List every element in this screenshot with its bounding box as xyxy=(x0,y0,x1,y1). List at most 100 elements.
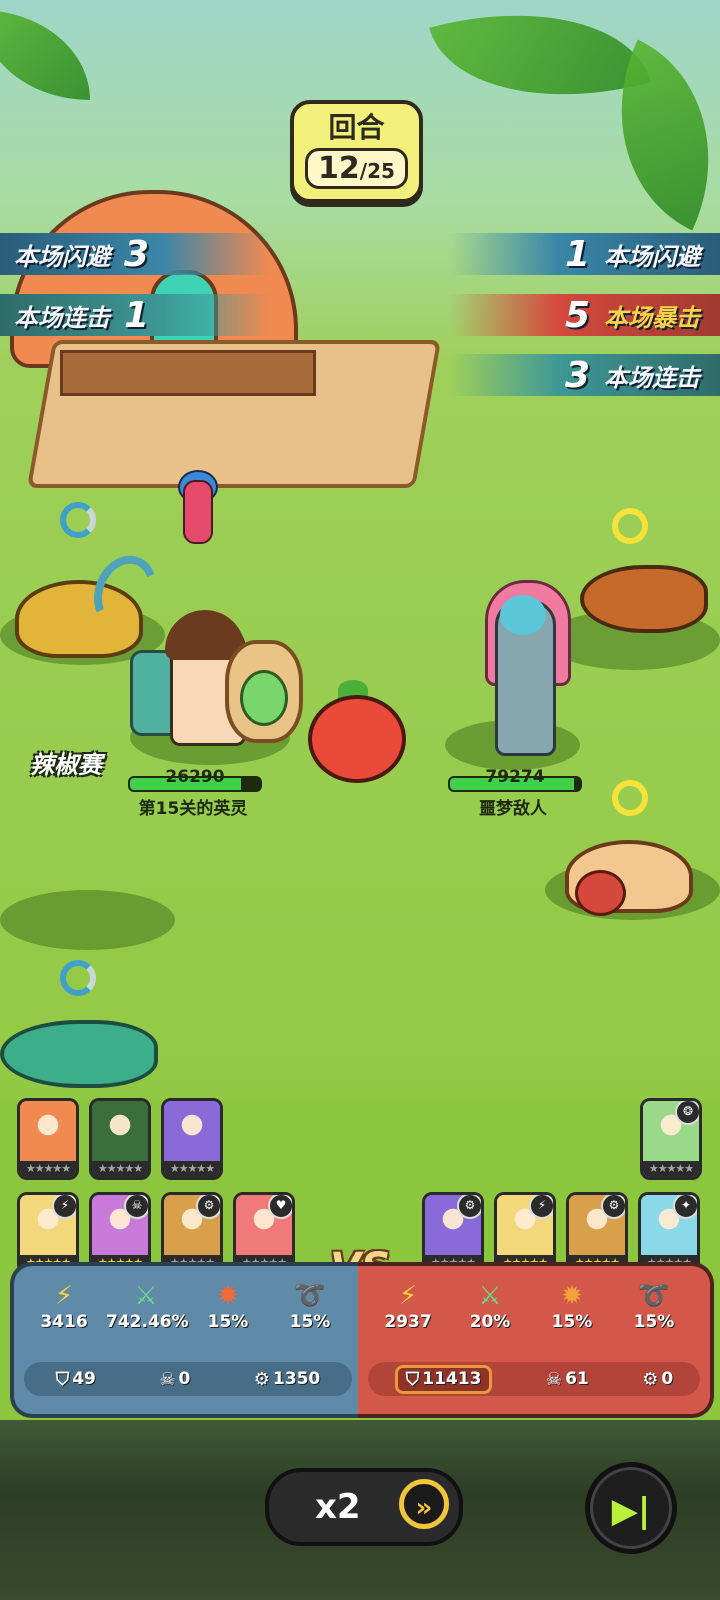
slot-ring xyxy=(612,780,648,816)
enemy-hero-card[interactable]: ★★★★★ ❂ xyxy=(640,1098,702,1180)
enemy-crit-rate-stat: ✹ 15% xyxy=(532,1280,612,1332)
enemy-dodge-stat: ➰ 15% xyxy=(614,1280,694,1332)
left-combo-label: 本场连击 xyxy=(14,303,110,332)
right-dodge-label: 本场闪避 xyxy=(604,242,700,271)
right-crit-banner: 5 本场暴击 xyxy=(450,294,720,336)
enemy-gear-stat: ⚙ 0 xyxy=(642,1369,673,1390)
slot-ring xyxy=(60,960,96,996)
enemy-face xyxy=(500,595,546,635)
slot-ring xyxy=(612,508,648,544)
player-hero-card[interactable]: ★★★★★ xyxy=(17,1098,79,1180)
round-count: 12/25 xyxy=(305,148,408,189)
star-rating: ★★★★★ xyxy=(20,1161,76,1177)
flame-icon: ✹ xyxy=(561,1281,583,1311)
enemy-crit-rate-value: 15% xyxy=(551,1312,593,1332)
fast-forward-icon: » xyxy=(399,1479,449,1529)
right-dodge-banner: 1 本场闪避 xyxy=(450,233,720,275)
sword-icon: ⚔ xyxy=(478,1281,502,1311)
right-combo-label: 本场连击 xyxy=(604,363,700,392)
skull-stat: ☠ 0 xyxy=(159,1369,190,1390)
skull-icon: ☠ xyxy=(545,1368,563,1390)
left-dodge-banner: 本场闪避 3 xyxy=(0,233,270,275)
defense-stat: ⛉ 49 xyxy=(56,1369,96,1390)
gear-stat: ⚙ 1350 xyxy=(254,1369,320,1390)
attack-value: 3416 xyxy=(40,1312,88,1332)
gear-icon: ⚙ xyxy=(253,1368,270,1390)
enemy-attack-value: 2937 xyxy=(384,1312,432,1332)
element-badge-icon: ⚡ xyxy=(529,1195,553,1219)
right-crit-label: 本场暴击 xyxy=(604,303,700,332)
leaf-decoration xyxy=(429,0,651,135)
crit-damage-stat: ⚔ 742.46% xyxy=(106,1280,189,1332)
player-hero-card[interactable]: ★★★★★ xyxy=(161,1098,223,1180)
hero-portrait xyxy=(164,1101,220,1161)
sword-icon: ⚔ xyxy=(134,1281,158,1311)
skull-value: 0 xyxy=(178,1369,191,1389)
skull-icon: ☠ xyxy=(159,1368,176,1390)
player-stats-panel: ⚡ 3416 ⚔ 742.46% ✹ 15% ➰ 15% ⛉ 49 ☠ 0 ⚙ 135… xyxy=(10,1262,362,1418)
player-hp-value: 26290 xyxy=(165,767,225,787)
gear-value: 1350 xyxy=(272,1369,321,1389)
star-rating: ★★★★★ xyxy=(164,1161,220,1177)
left-dodge-value: 3 xyxy=(124,233,150,275)
element-badge-icon: ♥ xyxy=(268,1195,292,1219)
element-badge-icon: ⚙ xyxy=(457,1195,481,1219)
enemy-hp-bar: 79274 xyxy=(448,767,582,792)
round-counter: 回合 12/25 xyxy=(290,100,423,203)
player-hp-bar: 26290 xyxy=(128,767,262,792)
enemy-sub-stats: ⛉ 11413 ☠ 61 ⚙ 0 xyxy=(368,1362,700,1396)
left-combo-banner: 本场连击 1 xyxy=(0,294,270,336)
crit-damage-value: 742.46% xyxy=(106,1312,189,1332)
element-badge-icon: ❂ xyxy=(675,1101,699,1125)
attack-icon: ⚡ xyxy=(54,1281,74,1311)
enemy-gear-value: 0 xyxy=(661,1369,674,1389)
right-combo-value: 3 xyxy=(564,354,590,396)
dodge-value: 15% xyxy=(289,1312,331,1332)
gear-icon: ⚙ xyxy=(642,1368,659,1390)
player-hero-card[interactable]: ★★★★★ xyxy=(89,1098,151,1180)
slot-ring xyxy=(60,502,96,538)
enemy-skull-value: 61 xyxy=(565,1369,589,1389)
enemy-defense-stat: ⛉ 11413 xyxy=(394,1364,493,1394)
right-combo-banner: 3 本场连击 xyxy=(450,354,720,396)
leaf-decoration xyxy=(0,10,90,100)
element-badge-icon: ⚙ xyxy=(196,1195,220,1219)
element-badge-icon: ⚙ xyxy=(601,1195,625,1219)
enemy-name: 噩梦敌人 xyxy=(479,799,547,819)
tomato-monster[interactable] xyxy=(308,695,406,783)
hero-portrait xyxy=(20,1101,76,1161)
swirl-icon: ➰ xyxy=(637,1281,671,1311)
defense-value: 49 xyxy=(72,1369,96,1389)
mantis-shrimp-unit[interactable] xyxy=(0,1020,158,1088)
enemy-defense-value: 11413 xyxy=(422,1369,482,1389)
flame-icon: ✹ xyxy=(217,1281,239,1311)
speed-label: x2 xyxy=(315,1487,361,1527)
hermit-crab-claw xyxy=(575,870,626,916)
enemy-crit-damage-stat: ⚔ 20% xyxy=(450,1280,530,1332)
round-total: /25 xyxy=(359,159,395,183)
enemy-attack-stat: ⚡ 2937 xyxy=(368,1280,448,1332)
porch-table xyxy=(60,350,316,396)
right-crit-value: 5 xyxy=(564,294,590,336)
ally-spirit xyxy=(183,480,213,544)
round-current: 12 xyxy=(318,151,360,186)
enemy-crit-damage-value: 20% xyxy=(469,1312,511,1332)
left-dodge-label: 本场闪避 xyxy=(14,242,110,271)
attack-icon: ⚡ xyxy=(398,1281,418,1311)
shield-face xyxy=(240,670,288,726)
round-title: 回合 xyxy=(328,111,385,144)
attack-stat: ⚡ 3416 xyxy=(24,1280,104,1332)
element-badge-icon: ☠ xyxy=(124,1195,148,1219)
enemy-skull-stat: ☠ 61 xyxy=(546,1369,589,1390)
dodge-stat: ➰ 15% xyxy=(270,1280,350,1332)
grasshopper-unit[interactable] xyxy=(580,565,708,633)
speed-toggle-button[interactable]: x2 » xyxy=(265,1468,463,1546)
skip-battle-button[interactable]: ▶| xyxy=(585,1462,677,1554)
right-dodge-value: 1 xyxy=(564,233,590,275)
enemy-dodge-value: 15% xyxy=(633,1312,675,1332)
element-badge-icon: ✦ xyxy=(673,1195,697,1219)
hero-portrait xyxy=(92,1101,148,1161)
crit-rate-stat: ✹ 15% xyxy=(188,1280,268,1332)
star-rating: ★★★★★ xyxy=(92,1161,148,1177)
player-tag: 辣椒赛 xyxy=(30,751,102,779)
